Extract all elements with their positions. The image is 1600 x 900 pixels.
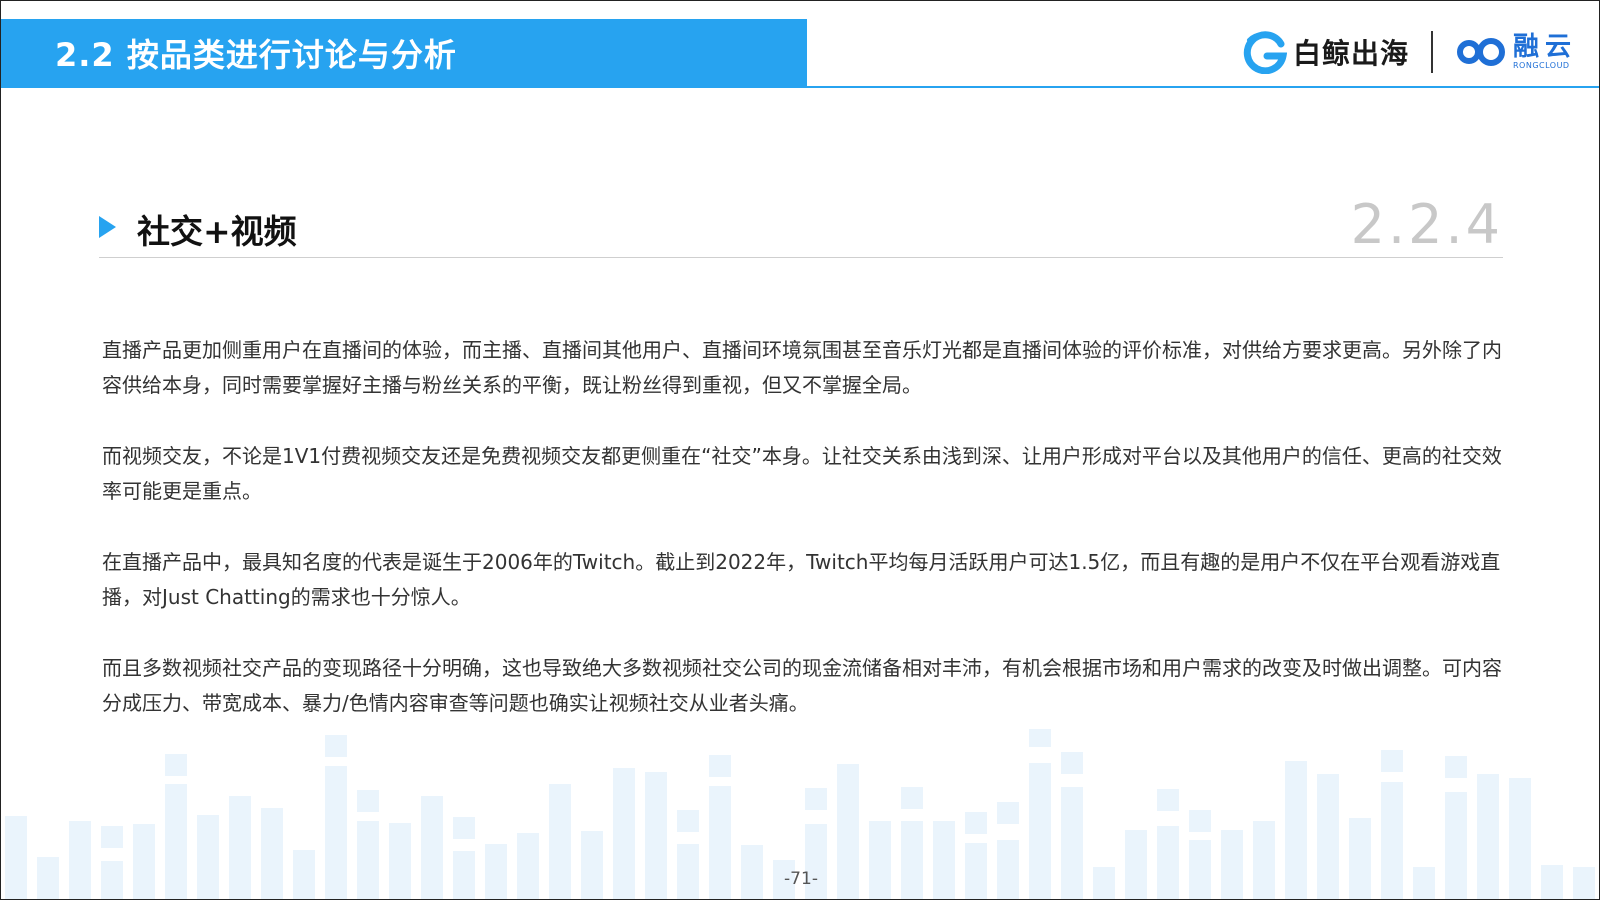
page-title: 2.2 按品类进行讨论与分析: [55, 35, 457, 74]
infinity-cloud-icon: [1456, 38, 1505, 66]
logo-divider: [1430, 31, 1433, 73]
slide: 2.2 按品类进行讨论与分析 白鲸出海 融云 RONGCLOUD 社交+视频 2…: [0, 0, 1600, 900]
decorative-bar-cap: [453, 817, 475, 839]
decorative-bar-cap: [997, 802, 1019, 824]
triangle-bullet-icon: [99, 216, 116, 238]
decorative-bar-cap: [165, 754, 187, 776]
decorative-bar: [517, 833, 539, 899]
whale-g-icon: [1243, 31, 1287, 74]
paragraph: 而且多数视频社交产品的变现路径十分明确，这也导致绝大多数视频社交公司的现金流储备…: [102, 656, 1502, 715]
decorative-bar-cap: [805, 788, 827, 810]
logo-rongcloud: 融云 RONGCLOUD: [1455, 34, 1577, 70]
logo-rong-en: RONGCLOUD: [1512, 61, 1570, 70]
paragraph: 而视频交友，不论是1V1付费视频交友还是免费视频交友都更侧重在“社交”本身。让社…: [102, 444, 1502, 503]
paragraph: 直播产品更加侧重用户在直播间的体验，而主播、直播间其他用户、直播间环境氛围甚至音…: [102, 338, 1502, 397]
decorative-bar-cap: [677, 810, 699, 832]
paragraph: 在直播产品中，最具知名度的代表是诞生于2006年的Twitch。截止到2022年…: [102, 550, 1501, 609]
section-title: 社交+视频: [137, 212, 297, 251]
section-heading: 社交+视频 2.2.4: [99, 193, 1503, 258]
section-number: 2.2.4: [1350, 193, 1503, 256]
header-divider: [1, 86, 1599, 88]
decorative-bar-cap: [1445, 756, 1467, 778]
decorative-bar-cap: [965, 812, 987, 834]
decorative-bar-cap: [709, 755, 731, 777]
logo-group: 白鲸出海 融云 RONGCLOUD: [1243, 23, 1577, 81]
logo-baijing: 白鲸出海: [1243, 30, 1409, 74]
logo-baijing-text: 白鲸出海: [1292, 37, 1409, 70]
decorative-bar-cap: [901, 787, 923, 809]
logo-rong-cn: 融云: [1512, 32, 1577, 62]
decorative-bar-cap: [1157, 789, 1179, 811]
decorative-bar-cap: [357, 790, 379, 812]
decorative-bar-cap: [1189, 810, 1211, 832]
decorative-bar-cap: [101, 826, 123, 848]
body-text: 直播产品更加侧重用户在直播间的体验，而主播、直播间其他用户、直播间环境氛围甚至音…: [102, 333, 1502, 757]
page-number: -71-: [784, 869, 818, 889]
title-bar: 2.2 按品类进行讨论与分析: [1, 19, 807, 86]
